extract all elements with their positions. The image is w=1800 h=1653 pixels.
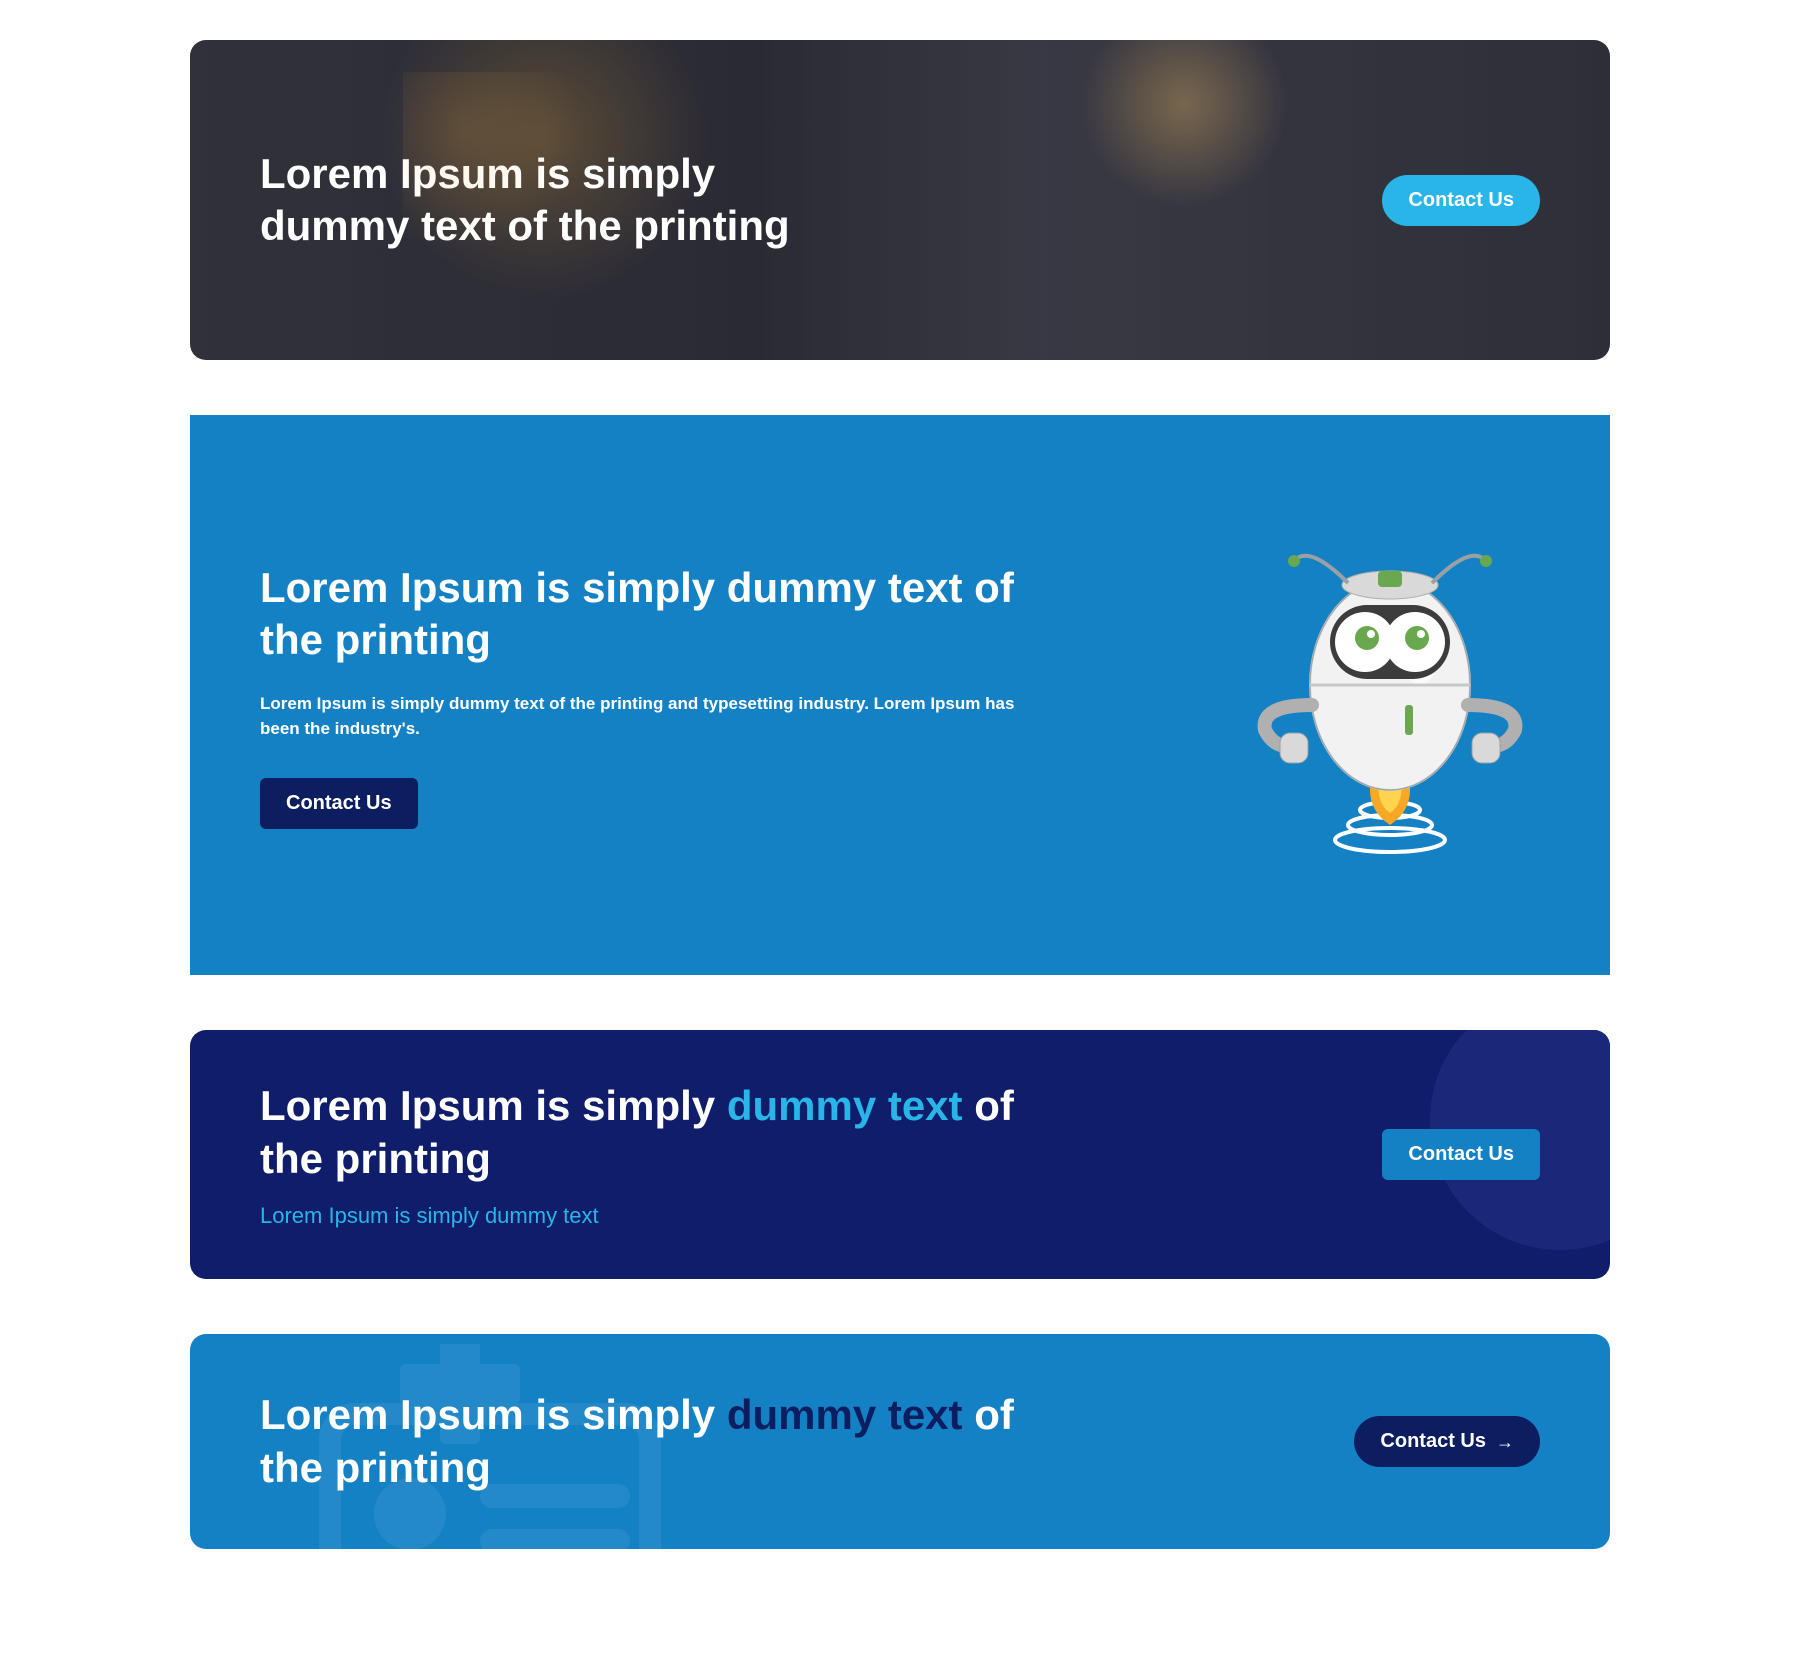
cta-banner-navy: Lorem Ipsum is simply dummy text of the … bbox=[190, 1030, 1610, 1279]
banner-content: Lorem Ipsum is simply dummy text of the … bbox=[260, 1080, 1040, 1229]
cta-banner-blue: Lorem Ipsum is simply dummy text of the … bbox=[190, 1334, 1610, 1549]
banner-content: Lorem Ipsum is simply dummy text of the … bbox=[260, 562, 1020, 829]
heading-part1: Lorem Ipsum is simply bbox=[260, 1391, 727, 1438]
banner-heading: Lorem Ipsum is simply dummy text of the … bbox=[260, 1389, 1040, 1494]
contact-us-button[interactable]: Contact Us bbox=[260, 778, 418, 829]
arrow-right-icon: → bbox=[1496, 1433, 1514, 1451]
robot-illustration bbox=[1240, 505, 1540, 885]
banner-heading: Lorem Ipsum is simply dummy text of the … bbox=[260, 1080, 1040, 1185]
heading-highlight: dummy text bbox=[727, 1082, 963, 1129]
button-label: Contact Us bbox=[1380, 1430, 1486, 1453]
heading-highlight: dummy text bbox=[727, 1391, 963, 1438]
contact-us-button[interactable]: Contact Us → bbox=[1354, 1416, 1540, 1467]
banner-content: Lorem Ipsum is simply dummy text of the … bbox=[260, 1389, 1040, 1494]
banner-description: Lorem Ipsum is simply dummy text of the … bbox=[260, 691, 1020, 742]
banner-heading: Lorem Ipsum is simply dummy text of the … bbox=[260, 148, 840, 253]
page-container: Lorem Ipsum is simply dummy text of the … bbox=[190, 40, 1610, 1549]
heading-part1: Lorem Ipsum is simply bbox=[260, 1082, 727, 1129]
contact-us-button[interactable]: Contact Us bbox=[1382, 1129, 1540, 1180]
contact-us-button[interactable]: Contact Us bbox=[1382, 175, 1540, 226]
cta-banner-photo: Lorem Ipsum is simply dummy text of the … bbox=[190, 40, 1610, 360]
banner-subtitle: Lorem Ipsum is simply dummy text bbox=[260, 1203, 1040, 1229]
banner-heading: Lorem Ipsum is simply dummy text of the … bbox=[260, 562, 1020, 667]
cta-banner-robot: Lorem Ipsum is simply dummy text of the … bbox=[190, 415, 1610, 975]
